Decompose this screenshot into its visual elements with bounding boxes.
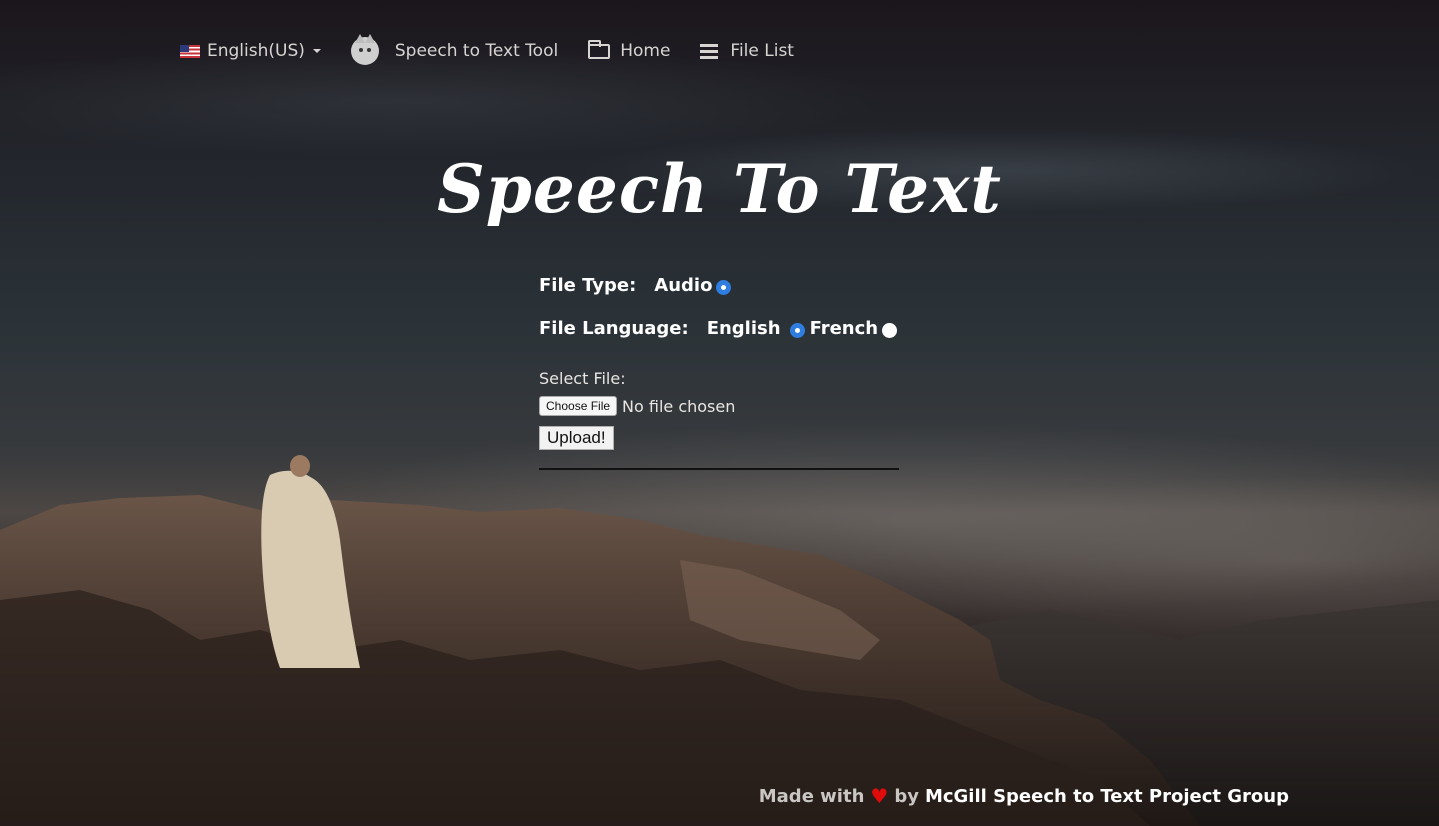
page-title: Speech To Text — [437, 150, 1002, 228]
file-input: Choose File No file chosen — [539, 396, 899, 416]
choose-file-button[interactable]: Choose File — [539, 396, 618, 416]
divider — [539, 468, 899, 470]
language-french-label: French — [809, 317, 879, 339]
file-language-row: File Language: English French — [539, 313, 899, 343]
heart-icon: ♥ — [870, 784, 889, 808]
footer-by: by — [894, 785, 919, 807]
nav-file-list[interactable]: File List — [700, 41, 794, 61]
list-icon — [700, 43, 719, 59]
language-dropdown[interactable]: English(US) — [180, 41, 321, 61]
no-file-text: No file chosen — [622, 396, 736, 416]
footer-made-with: Made with — [758, 785, 865, 807]
file-type-label: File Type: — [539, 274, 637, 296]
brand-link[interactable]: Speech to Text Tool — [350, 34, 559, 65]
file-list-label: File List — [730, 41, 794, 61]
cat-logo-icon — [350, 34, 379, 65]
brand-label: Speech to Text Tool — [394, 41, 559, 61]
footer: Made with ♥ by McGill Speech to Text Pro… — [759, 784, 1289, 808]
nav-home[interactable]: Home — [588, 39, 671, 61]
select-file-label: Select File: — [539, 369, 626, 388]
caret-down-icon — [312, 49, 321, 53]
home-label: Home — [620, 41, 671, 61]
language-english-radio[interactable] — [789, 322, 805, 338]
us-flag-icon — [180, 44, 200, 58]
upload-button[interactable]: Upload! — [539, 426, 614, 450]
footer-group-name: McGill Speech to Text Project Group — [924, 785, 1289, 807]
file-type-audio-radio[interactable] — [716, 279, 732, 295]
file-type-row: File Type: Audio — [539, 270, 899, 300]
language-label: English(US) — [207, 41, 305, 61]
folder-open-icon — [588, 39, 611, 59]
file-language-label: File Language: — [539, 317, 689, 339]
upload-form: File Type: Audio File Language: English … — [539, 270, 899, 470]
language-french-radio[interactable] — [882, 322, 898, 338]
language-english-label: English — [706, 317, 781, 339]
file-type-audio-label: Audio — [654, 274, 713, 296]
top-navbar: English(US) Speech to Text Tool Home Fil… — [180, 30, 794, 72]
